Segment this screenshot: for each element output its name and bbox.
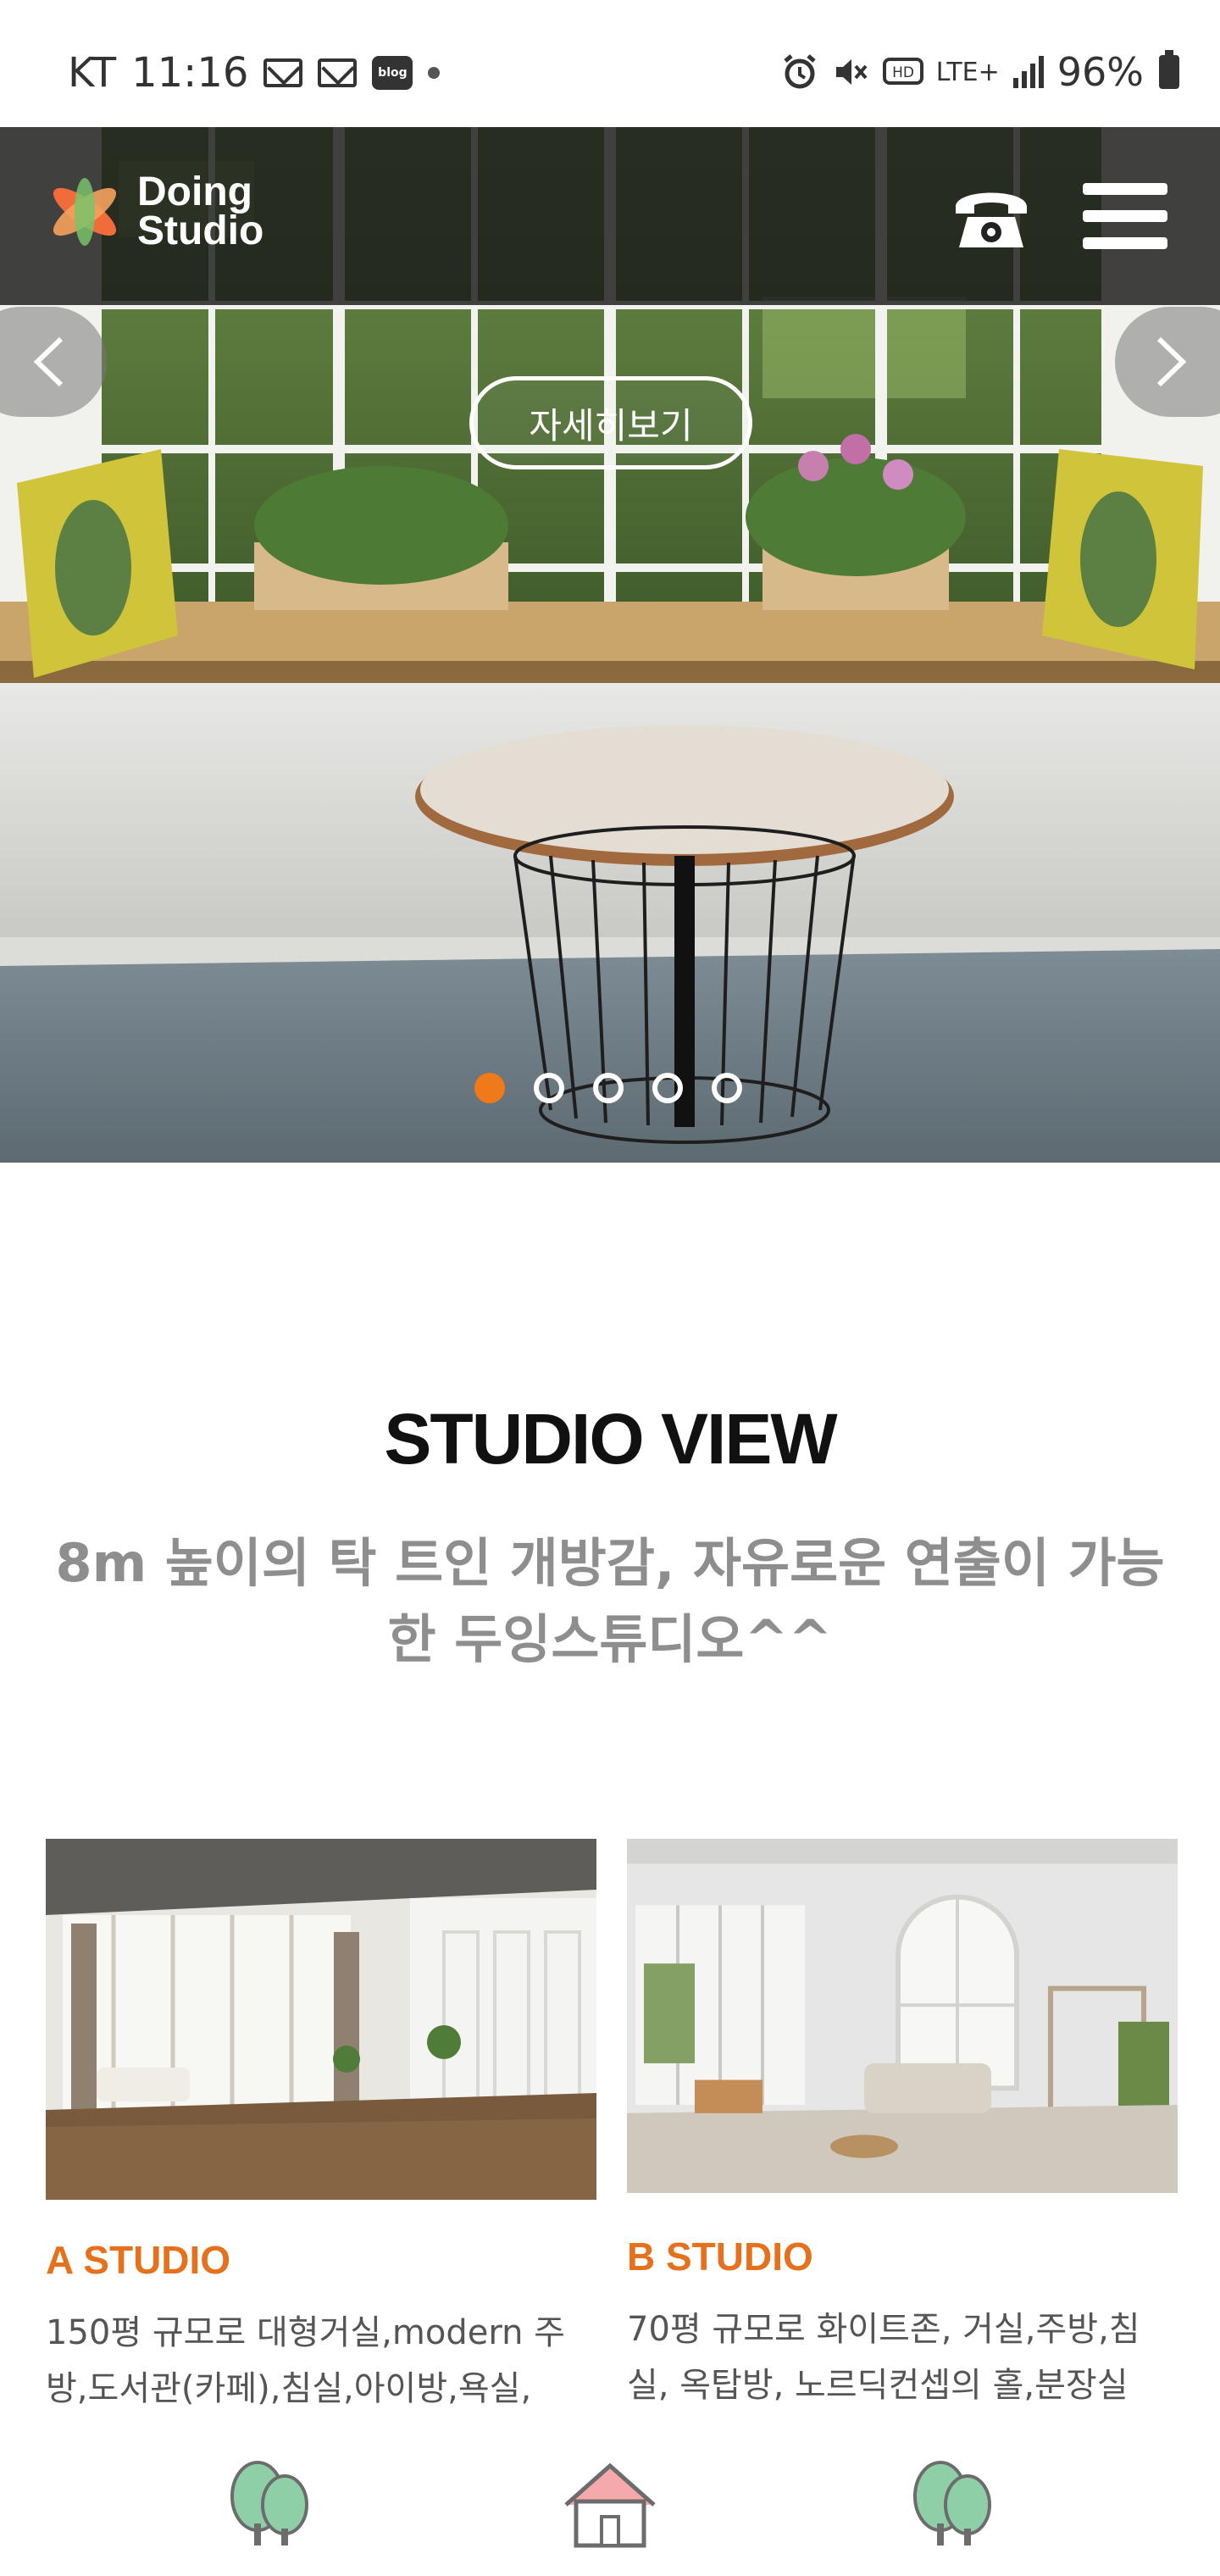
logo-line-2: Studio: [137, 208, 264, 253]
studio-card-a[interactable]: A STUDIO 150평 규모로 대형거실,modern 주방,도서관(카페)…: [46, 1839, 596, 2417]
clock: 11:16: [131, 49, 249, 97]
logo-text: Doing Studio: [137, 169, 264, 253]
pager-dot-1[interactable]: [474, 1073, 505, 1103]
network-type: LTE+: [935, 57, 1000, 87]
logo[interactable]: Doing Studio: [44, 171, 263, 253]
status-left: KT 11:16 blog: [68, 49, 441, 97]
chevron-left-icon: [33, 336, 64, 387]
tab-1[interactable]: [220, 2457, 322, 2551]
status-right: HD LTE+ 96%: [780, 49, 1179, 95]
slide-pager: [474, 1073, 742, 1103]
blog-badge-label: blog: [378, 66, 408, 80]
pager-dot-2[interactable]: [534, 1073, 564, 1103]
next-slide-button[interactable]: [1115, 307, 1220, 417]
mail-icon: [263, 58, 303, 87]
status-bar: KT 11:16 blog HD LTE+ 96%: [0, 0, 1220, 127]
pager-dot-3[interactable]: [593, 1073, 624, 1103]
tab-2[interactable]: [559, 2457, 661, 2551]
battery-level: 96%: [1056, 49, 1144, 95]
section-subtitle: 8m 높이의 탁 트인 개방감, 자유로운 연출이 가능한 두잉스튜디오^^: [55, 1532, 1165, 1670]
svg-text:HD: HD: [892, 64, 914, 81]
phone-icon: [956, 192, 1027, 247]
studio-b-title[interactable]: B STUDIO: [627, 2234, 1178, 2279]
chevron-right-icon: [1156, 336, 1187, 387]
top-navigation: Doing Studio: [0, 127, 1220, 305]
phone-button[interactable]: [949, 173, 1034, 258]
studio-a-image: [46, 1839, 596, 2200]
logo-mark-icon: [53, 178, 117, 246]
tree-icon: [913, 2461, 991, 2545]
more-notifications-icon: [428, 67, 441, 79]
studio-b-description: 70평 규모로 화이트존, 거실,주방,침실, 옥탑방, 노르딕컨셉의 홀,분장…: [627, 2310, 1140, 2405]
signal-icon: [1012, 56, 1044, 88]
studio-card-b[interactable]: B STUDIO 70평 규모로 화이트존, 거실,주방,침실, 옥탑방, 노르…: [627, 1839, 1178, 2413]
house-icon: [564, 2462, 656, 2548]
studio-a-description: 150평 규모로 대형거실,modern 주방,도서관(카페),침실,아이방,욕…: [46, 2313, 565, 2408]
alarm-icon: [784, 54, 816, 89]
bottom-tab-bar: [0, 2434, 1220, 2576]
detail-button[interactable]: 자세히보기: [469, 376, 752, 469]
pager-dot-4[interactable]: [652, 1073, 683, 1103]
mute-icon: [835, 59, 868, 85]
pager-dot-5[interactable]: [712, 1073, 742, 1103]
carrier-label: KT: [68, 49, 117, 97]
studio-a-title[interactable]: A STUDIO: [46, 2237, 596, 2283]
tab-3[interactable]: [903, 2457, 1005, 2551]
blog-icon: blog: [372, 56, 413, 90]
studio-b-image: [627, 1839, 1178, 2193]
hamburger-menu-icon: [1083, 183, 1167, 249]
logo-line-1: Doing: [137, 169, 252, 214]
battery-icon: [1159, 50, 1179, 89]
prev-slide-button[interactable]: [0, 307, 107, 417]
detail-button-label: 자세히보기: [529, 404, 693, 447]
mail-icon: [318, 58, 358, 87]
section-title: STUDIO VIEW: [384, 1399, 837, 1479]
menu-button[interactable]: [1083, 183, 1167, 251]
tree-icon: [230, 2461, 308, 2545]
hd-voice-icon: HD: [882, 58, 923, 85]
